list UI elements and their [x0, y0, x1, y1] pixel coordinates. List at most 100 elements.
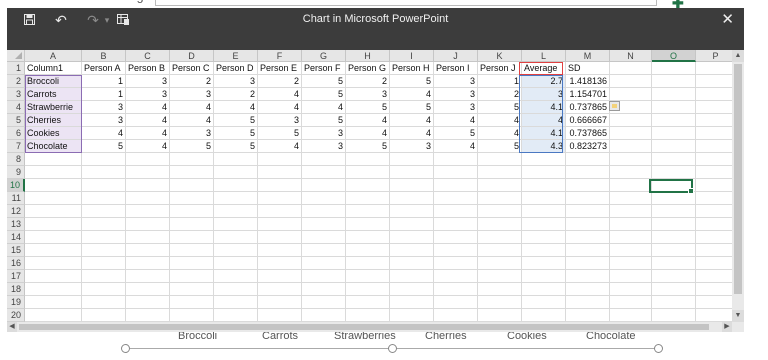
cell-a15[interactable] [25, 244, 82, 257]
cell-l9[interactable] [522, 166, 566, 179]
cell-j6[interactable]: 5 [434, 127, 478, 140]
cell-g9[interactable] [302, 166, 346, 179]
cell-g14[interactable] [302, 231, 346, 244]
cell-k6[interactable]: 4 [478, 127, 522, 140]
cell-a16[interactable] [25, 257, 82, 270]
cell-n17[interactable] [610, 270, 652, 283]
chart-resize-handle[interactable] [121, 344, 130, 353]
cell-n12[interactable] [610, 205, 652, 218]
cell-d16[interactable] [170, 257, 214, 270]
cell-l10[interactable] [522, 179, 566, 192]
cell-g8[interactable] [302, 153, 346, 166]
row-header-5[interactable]: 5 [7, 114, 25, 127]
cell-f16[interactable] [258, 257, 302, 270]
cell-b1[interactable]: Person A [82, 62, 126, 75]
cell-p20[interactable] [696, 309, 732, 322]
cell-j13[interactable] [434, 218, 478, 231]
cell-c9[interactable] [126, 166, 170, 179]
cell-i15[interactable] [390, 244, 434, 257]
cell-p16[interactable] [696, 257, 732, 270]
cell-f7[interactable]: 4 [258, 140, 302, 153]
cell-m2[interactable]: 1.418136 [566, 75, 610, 88]
chart-resize-handle[interactable] [654, 344, 663, 353]
cell-h10[interactable] [346, 179, 390, 192]
cell-e15[interactable] [214, 244, 258, 257]
cell-d11[interactable] [170, 192, 214, 205]
cell-m3[interactable]: 1.154701 [566, 88, 610, 101]
cell-p14[interactable] [696, 231, 732, 244]
cell-f12[interactable] [258, 205, 302, 218]
paste-options-icon[interactable] [609, 101, 620, 111]
cell-f10[interactable] [258, 179, 302, 192]
cell-a7[interactable]: Chocolate [25, 140, 82, 153]
horizontal-scrollbar[interactable]: ◀ ▶ [7, 322, 744, 332]
cell-e8[interactable] [214, 153, 258, 166]
cell-l20[interactable] [522, 309, 566, 322]
cell-e1[interactable]: Person D [214, 62, 258, 75]
cell-g2[interactable]: 5 [302, 75, 346, 88]
cell-n9[interactable] [610, 166, 652, 179]
cell-a20[interactable] [25, 309, 82, 322]
cell-j17[interactable] [434, 270, 478, 283]
cell-j16[interactable] [434, 257, 478, 270]
cell-h4[interactable]: 5 [346, 101, 390, 114]
cell-j11[interactable] [434, 192, 478, 205]
cell-g10[interactable] [302, 179, 346, 192]
cell-e17[interactable] [214, 270, 258, 283]
column-header-b[interactable]: B [82, 50, 126, 62]
cell-b8[interactable] [82, 153, 126, 166]
cell-a17[interactable] [25, 270, 82, 283]
cell-a14[interactable] [25, 231, 82, 244]
column-header-l[interactable]: L [522, 50, 566, 62]
cell-c5[interactable]: 4 [126, 114, 170, 127]
cell-i1[interactable]: Person H [390, 62, 434, 75]
cell-k13[interactable] [478, 218, 522, 231]
row-header-6[interactable]: 6 [7, 127, 25, 140]
chart-resize-handle[interactable] [388, 344, 397, 353]
cell-n11[interactable] [610, 192, 652, 205]
cell-o7[interactable] [652, 140, 696, 153]
cell-o5[interactable] [652, 114, 696, 127]
cell-g19[interactable] [302, 296, 346, 309]
row-header-3[interactable]: 3 [7, 88, 25, 101]
cell-c11[interactable] [126, 192, 170, 205]
cell-j4[interactable]: 3 [434, 101, 478, 114]
cell-k3[interactable]: 2 [478, 88, 522, 101]
cell-d20[interactable] [170, 309, 214, 322]
cell-d19[interactable] [170, 296, 214, 309]
vertical-scrollbar[interactable]: ▲ ▼ [732, 50, 744, 322]
cell-p12[interactable] [696, 205, 732, 218]
cell-f18[interactable] [258, 283, 302, 296]
cell-c16[interactable] [126, 257, 170, 270]
cell-f11[interactable] [258, 192, 302, 205]
cell-c6[interactable]: 4 [126, 127, 170, 140]
vertical-scroll-thumb[interactable] [734, 64, 742, 294]
cell-c12[interactable] [126, 205, 170, 218]
cell-i17[interactable] [390, 270, 434, 283]
cell-i7[interactable]: 3 [390, 140, 434, 153]
cell-j8[interactable] [434, 153, 478, 166]
cell-l8[interactable] [522, 153, 566, 166]
scroll-left-icon[interactable]: ◀ [7, 322, 17, 332]
cell-d17[interactable] [170, 270, 214, 283]
cell-c19[interactable] [126, 296, 170, 309]
cell-i19[interactable] [390, 296, 434, 309]
cell-b16[interactable] [82, 257, 126, 270]
cell-d6[interactable]: 3 [170, 127, 214, 140]
cell-f17[interactable] [258, 270, 302, 283]
cell-m15[interactable] [566, 244, 610, 257]
cell-m5[interactable]: 0.666667 [566, 114, 610, 127]
cell-c17[interactable] [126, 270, 170, 283]
cell-j12[interactable] [434, 205, 478, 218]
cell-f5[interactable]: 3 [258, 114, 302, 127]
cell-b20[interactable] [82, 309, 126, 322]
cell-m11[interactable] [566, 192, 610, 205]
cell-c13[interactable] [126, 218, 170, 231]
cell-n1[interactable] [610, 62, 652, 75]
cell-g11[interactable] [302, 192, 346, 205]
cell-m7[interactable]: 0.823273 [566, 140, 610, 153]
cell-l18[interactable] [522, 283, 566, 296]
cell-b14[interactable] [82, 231, 126, 244]
cell-d1[interactable]: Person C [170, 62, 214, 75]
cell-o1[interactable] [652, 62, 696, 75]
